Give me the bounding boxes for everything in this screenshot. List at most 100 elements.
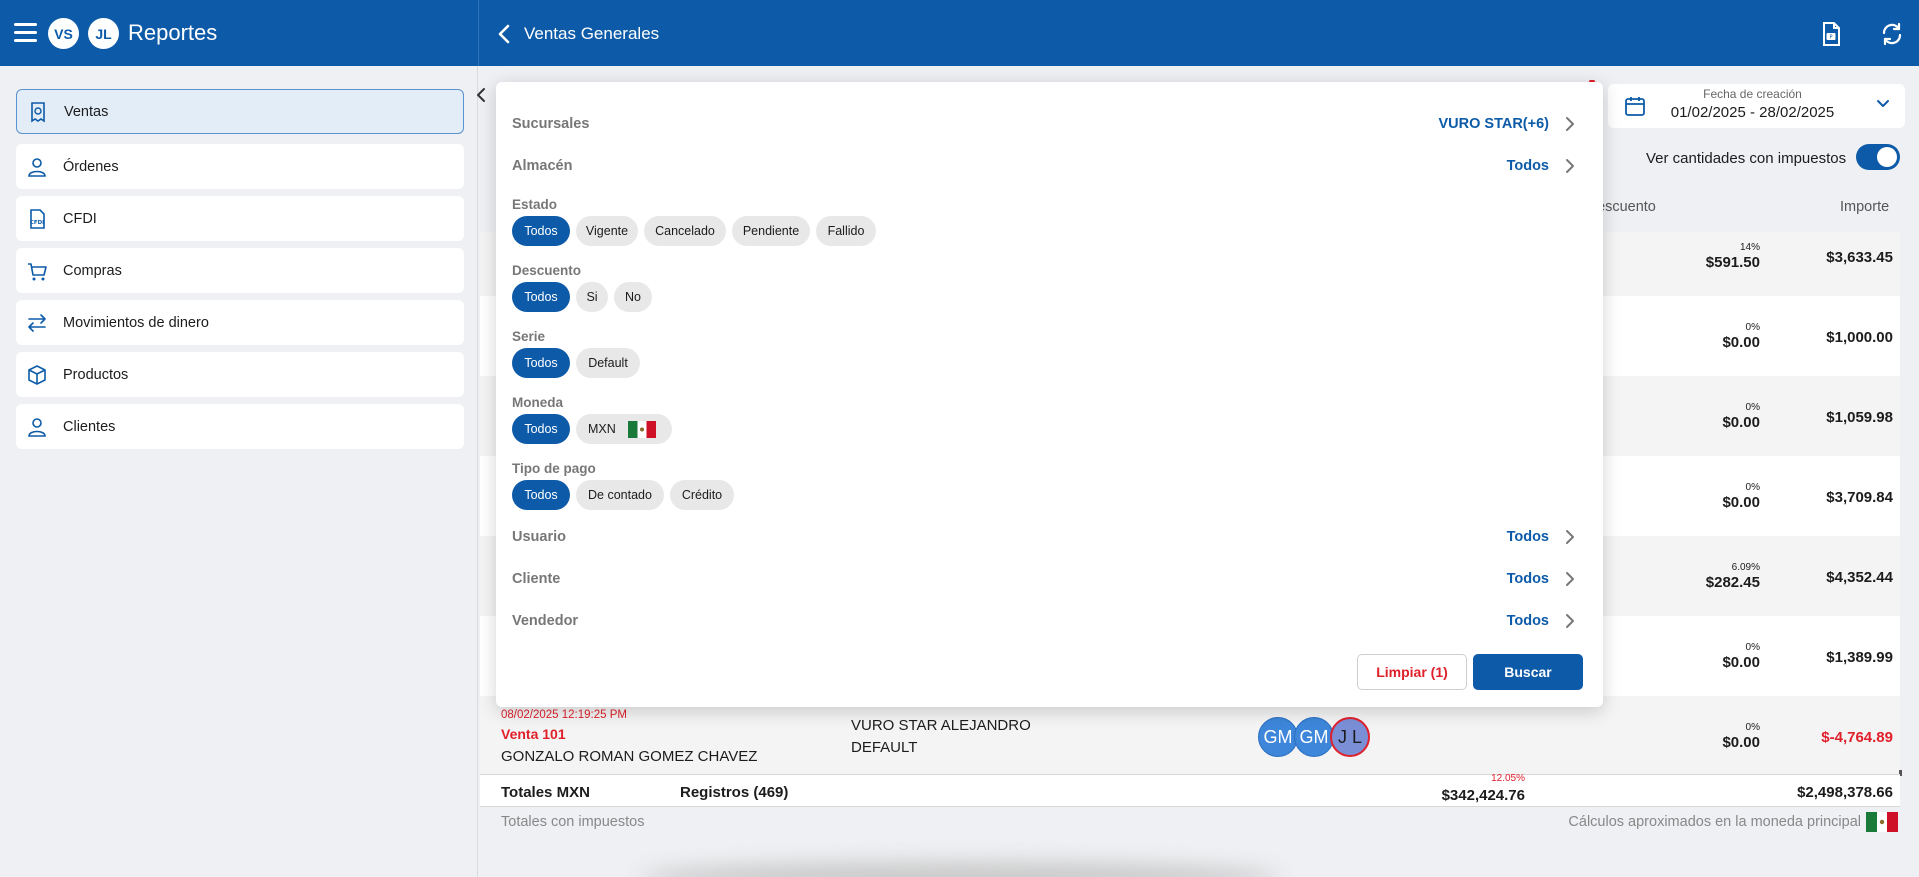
sidebar: Ventas Órdenes CFDI CFDI Compras Movimie… [0,66,478,877]
amount-value: $-4,764.89 [1821,729,1893,746]
filter-tipo-pago-label: Tipo de pago [512,461,596,476]
avatar[interactable]: VS [48,18,79,49]
avatar[interactable]: J L [1330,717,1370,757]
date-filter[interactable]: Fecha de creación 01/02/2025 - 28/02/202… [1608,84,1905,128]
date-filter-label: Fecha de creación [1703,87,1802,101]
filter-usuario-value[interactable]: Todos [1507,529,1549,545]
sidebar-item-movimientos[interactable]: Movimientos de dinero [16,300,464,345]
export-pdf-icon[interactable]: P [1817,20,1845,48]
box-icon [28,364,46,385]
shadow [640,862,1280,877]
sidebar-item-label: Movimientos de dinero [63,314,209,331]
filter-sucursales-value[interactable]: VURO STAR(+6) [1438,116,1549,132]
chip-label: MXN [588,422,616,436]
amount-value: $1,059.98 [1826,409,1893,426]
chip-estado-todos[interactable]: Todos [512,216,570,246]
filter-usuario-label: Usuario [512,529,566,545]
currency-note: Cálculos aproximados en la moneda princi… [1568,814,1861,830]
chip-descuento-todos[interactable]: Todos [512,282,570,312]
filter-cliente-label: Cliente [512,571,561,587]
collapse-sidebar-icon[interactable] [472,84,490,106]
sidebar-item-label: Compras [63,262,122,279]
sidebar-item-label: Clientes [63,418,116,435]
chevron-right-icon[interactable] [1565,116,1575,132]
chevron-right-icon[interactable] [1565,529,1575,545]
chip-estado-cancelado[interactable]: Cancelado [644,216,726,246]
chip-moneda-todos[interactable]: Todos [512,414,570,444]
totals-discount: $342,424.76 [1441,787,1525,804]
chip-estado-vigente[interactable]: Vigente [576,216,638,246]
totals-note: Totales con impuestos [501,814,645,830]
chevron-right-icon[interactable] [1565,158,1575,174]
filter-cliente-value[interactable]: Todos [1507,571,1549,587]
mexico-flag-icon [627,420,656,438]
tax-toggle[interactable] [1856,144,1900,170]
toggle-knob [1877,147,1897,167]
chip-estado-fallido[interactable]: Fallido [816,216,876,246]
sidebar-item-productos[interactable]: Productos [16,352,464,397]
chip-pago-contado[interactable]: De contado [576,480,664,510]
refresh-icon[interactable] [1878,20,1906,48]
menu-icon[interactable] [14,23,37,43]
amount-value: $3,709.84 [1826,489,1893,506]
filter-almacen-label: Almacén [512,158,573,174]
back-icon[interactable] [497,23,511,45]
app-title: Reportes [128,20,218,45]
totals-label: Totales MXN [501,784,590,801]
filter-almacen-value[interactable]: Todos [1507,158,1549,174]
sidebar-item-ordenes[interactable]: Órdenes [16,144,464,189]
transfer-icon [28,313,46,332]
search-button[interactable]: Buscar [1473,654,1583,690]
amount-value: $4,352.44 [1826,569,1893,586]
column-header-amount: Importe [1840,199,1890,215]
totals-records: Registros (469) [680,784,789,801]
clear-filters-button[interactable]: Limpiar (1) [1357,654,1467,690]
chip-descuento-no[interactable]: No [614,282,652,312]
chevron-right-icon[interactable] [1565,613,1575,629]
sale-client: GONZALO ROMAN GOMEZ CHAVEZ [501,748,758,765]
date-filter-value: 01/02/2025 - 28/02/2025 [1670,104,1835,121]
sidebar-item-label: Ventas [64,103,109,120]
filter-vendedor-label: Vendedor [512,613,579,629]
page-title: Ventas Generales [524,24,660,43]
tax-toggle-label: Ver cantidades con impuestos [1646,150,1847,167]
sale-folio-link[interactable]: Venta 101 [501,726,566,742]
sidebar-item-cfdi[interactable]: CFDI CFDI [16,196,464,241]
chip-pago-credito[interactable]: Crédito [670,480,734,510]
sale-serie: DEFAULT [851,739,918,756]
column-header-discount: escuento [1597,199,1656,215]
chip-serie-todos[interactable]: Todos [512,348,570,378]
chip-descuento-si[interactable]: Si [576,282,608,312]
totals-discount-pct: 12.05% [1491,773,1525,784]
filter-sucursales-label: Sucursales [512,116,590,132]
filter-descuento-label: Descuento [512,263,582,278]
svg-text:P: P [1829,35,1832,41]
totals-bar: Totales MXN Registros (469) 12.05% $342,… [480,773,1900,807]
avatar[interactable]: GM [1294,717,1334,757]
filter-vendedor-value[interactable]: Todos [1507,613,1549,629]
chip-pago-todos[interactable]: Todos [512,480,570,510]
cfdi-icon: CFDI [30,208,45,229]
avatar[interactable]: GM [1258,717,1298,757]
chevron-down-icon[interactable] [1876,99,1890,109]
amount-value: $1,000.00 [1826,329,1893,346]
person-icon [28,157,46,177]
sidebar-item-compras[interactable]: Compras [16,248,464,293]
header-divider [478,0,479,66]
cart-icon [28,262,47,280]
filter-serie-label: Serie [512,329,546,344]
chip-serie-default[interactable]: Default [576,348,640,378]
chip-moneda-mxn[interactable]: MXN [576,414,672,444]
avatar[interactable]: JL [88,18,119,49]
receipt-icon [31,101,45,122]
chip-estado-pendiente[interactable]: Pendiente [732,216,810,246]
chevron-right-icon[interactable] [1565,571,1575,587]
sidebar-item-label: Órdenes [63,158,119,175]
sidebar-item-ventas[interactable]: Ventas [16,89,464,134]
sidebar-item-label: CFDI [63,210,97,227]
filter-estado-label: Estado [512,197,558,212]
sidebar-item-clientes[interactable]: Clientes [16,404,464,449]
app-header: VS JL Reportes Ventas Generales P [0,0,1919,66]
sidebar-item-label: Productos [63,366,129,383]
amount-value: $3,633.45 [1826,249,1893,266]
